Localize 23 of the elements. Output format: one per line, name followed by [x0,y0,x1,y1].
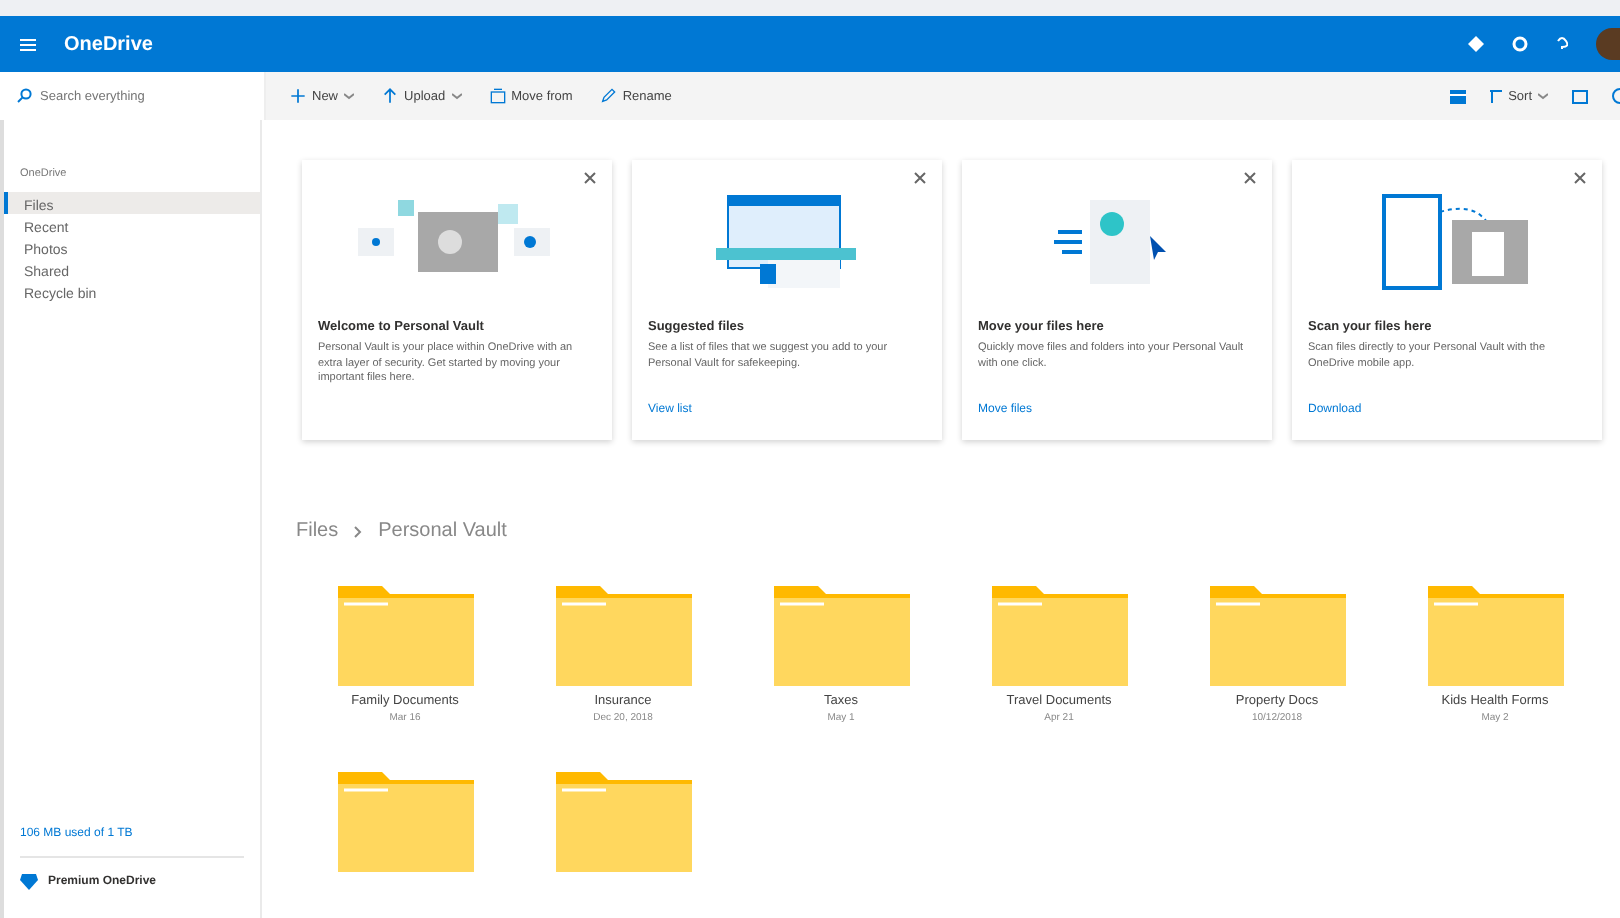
avatar[interactable] [1596,28,1620,60]
diamond-icon[interactable] [1468,36,1484,52]
settings-icon[interactable] [1512,36,1528,52]
app-name[interactable]: OneDrive [64,33,153,55]
breadcrumb-item[interactable]: Personal Vault [378,520,507,542]
close-icon[interactable] [914,172,926,184]
sort-icon [1490,89,1503,103]
folder-move-icon [489,88,506,104]
breadcrumb-item[interactable]: Files [296,520,339,542]
details-icon[interactable] [1572,89,1588,103]
diamond-icon [20,874,38,890]
plus-icon [290,88,306,104]
view-icon[interactable] [1450,89,1467,103]
search-icon [16,88,32,104]
close-icon[interactable] [1244,172,1256,184]
menu-icon[interactable] [20,37,36,51]
pen-icon [600,88,617,104]
close-icon[interactable] [584,172,596,184]
chevron-icon [354,525,363,537]
upload-icon [382,88,399,104]
close-icon[interactable] [1574,172,1586,184]
help-icon[interactable] [1556,36,1568,52]
caret-icon [1538,92,1548,100]
